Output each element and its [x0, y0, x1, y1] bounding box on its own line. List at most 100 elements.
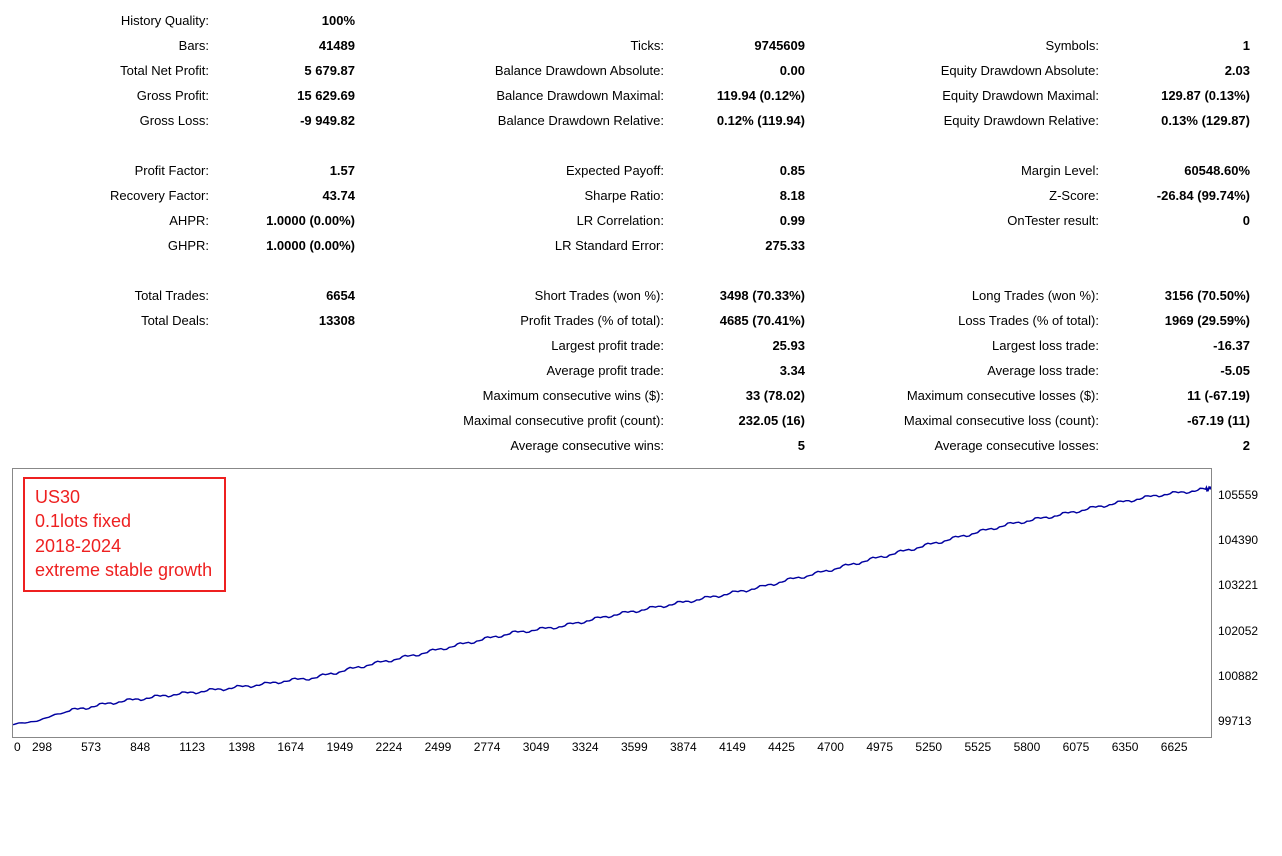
stat-row: LR Correlation:0.99 — [370, 208, 820, 233]
stat-row: Expected Payoff:0.85 — [370, 158, 820, 183]
x-tick: 4700 — [817, 740, 866, 754]
stat-row: Largest loss trade:-16.37 — [820, 333, 1270, 358]
stat-label: Bars: — [0, 38, 215, 53]
stat-label: Balance Drawdown Absolute: — [370, 63, 670, 78]
stat-row: History Quality:100% — [0, 8, 370, 33]
x-tick: 3049 — [523, 740, 572, 754]
x-tick: 2499 — [425, 740, 474, 754]
x-tick: 1123 — [179, 740, 228, 754]
stat-label: Z-Score: — [820, 188, 1105, 203]
stat-label: Average profit trade: — [370, 363, 670, 378]
stat-value: 3156 (70.50%) — [1105, 288, 1260, 303]
stat-value: 1 — [1105, 38, 1260, 53]
stat-row: Gross Profit:15 629.69 — [0, 83, 370, 108]
stat-row: Sharpe Ratio:8.18 — [370, 183, 820, 208]
stats-col-3: Symbols:1Equity Drawdown Absolute:2.03Eq… — [820, 8, 1270, 458]
stat-label: Sharpe Ratio: — [370, 188, 670, 203]
equity-chart: US30 0.1lots fixed 2018-2024 extreme sta… — [12, 468, 1212, 738]
stat-label: LR Standard Error: — [370, 238, 670, 253]
stat-label: Gross Profit: — [0, 88, 215, 103]
x-tick: 5250 — [915, 740, 964, 754]
x-tick: 5525 — [964, 740, 1013, 754]
stat-label: Average consecutive wins: — [370, 438, 670, 453]
stat-row: Symbols:1 — [820, 33, 1270, 58]
stat-value: 2.03 — [1105, 63, 1260, 78]
stat-label: Profit Factor: — [0, 163, 215, 178]
stat-value: -26.84 (99.74%) — [1105, 188, 1260, 203]
x-tick: 3874 — [670, 740, 719, 754]
stat-row: AHPR:1.0000 (0.00%) — [0, 208, 370, 233]
stat-value: 0.85 — [670, 163, 815, 178]
stat-row: Gross Loss:-9 949.82 — [0, 108, 370, 133]
stat-label: Gross Loss: — [0, 113, 215, 128]
stat-row: GHPR:1.0000 (0.00%) — [0, 233, 370, 258]
stat-label: Equity Drawdown Absolute: — [820, 63, 1105, 78]
stat-value: 6654 — [215, 288, 365, 303]
stat-row: Maximal consecutive loss (count):-67.19 … — [820, 408, 1270, 433]
annotation-line-3: 2018-2024 — [35, 534, 212, 558]
stat-value: -9 949.82 — [215, 113, 365, 128]
x-tick: 298 — [32, 740, 81, 754]
stat-value: -16.37 — [1105, 338, 1260, 353]
stat-label: Maximal consecutive profit (count): — [370, 413, 670, 428]
x-tick: 2224 — [376, 740, 425, 754]
stat-label: Loss Trades (% of total): — [820, 313, 1105, 328]
y-tick: 102052 — [1218, 624, 1270, 638]
chart-x-axis: 0298573848112313981674194922242499277430… — [12, 738, 1212, 754]
x-tick: 3324 — [572, 740, 621, 754]
stat-row: Total Deals:13308 — [0, 308, 370, 333]
stat-row: Equity Drawdown Absolute:2.03 — [820, 58, 1270, 83]
stat-value: 0.13% (129.87) — [1105, 113, 1260, 128]
stat-value: 0.00 — [670, 63, 815, 78]
stat-value: -5.05 — [1105, 363, 1260, 378]
stat-label: AHPR: — [0, 213, 215, 228]
x-tick: 848 — [130, 740, 179, 754]
stat-row: Profit Factor:1.57 — [0, 158, 370, 183]
stat-spacer — [0, 258, 370, 283]
x-tick: 1398 — [228, 740, 277, 754]
stat-row: Recovery Factor:43.74 — [0, 183, 370, 208]
stat-value: 4685 (70.41%) — [670, 313, 815, 328]
stat-value: 9745609 — [670, 38, 815, 53]
stat-label: Average loss trade: — [820, 363, 1105, 378]
stat-row: Total Net Profit:5 679.87 — [0, 58, 370, 83]
stats-col-2: Ticks:9745609Balance Drawdown Absolute:0… — [370, 8, 820, 458]
stat-value: -67.19 (11) — [1105, 413, 1260, 428]
stat-value: 100% — [215, 13, 365, 28]
stat-label: Total Deals: — [0, 313, 215, 328]
stat-spacer — [820, 8, 1270, 33]
stat-value: 3498 (70.33%) — [670, 288, 815, 303]
stat-row: Average profit trade:3.34 — [370, 358, 820, 383]
stat-label: Total Trades: — [0, 288, 215, 303]
stat-value: 1969 (29.59%) — [1105, 313, 1260, 328]
stat-value: 1.0000 (0.00%) — [215, 238, 365, 253]
stat-label: Equity Drawdown Relative: — [820, 113, 1105, 128]
annotation-line-2: 0.1lots fixed — [35, 509, 212, 533]
stat-row: Total Trades:6654 — [0, 283, 370, 308]
stat-value: 275.33 — [670, 238, 815, 253]
y-tick: 100882 — [1218, 669, 1270, 683]
stat-value: 1.57 — [215, 163, 365, 178]
y-tick: 104390 — [1218, 533, 1270, 547]
stat-label: Balance Drawdown Maximal: — [370, 88, 670, 103]
stat-label: Equity Drawdown Maximal: — [820, 88, 1105, 103]
stat-value: 0.12% (119.94) — [670, 113, 815, 128]
stat-row: Loss Trades (% of total):1969 (29.59%) — [820, 308, 1270, 333]
stat-row: Short Trades (won %):3498 (70.33%) — [370, 283, 820, 308]
x-tick: 6625 — [1161, 740, 1210, 754]
y-tick: 103221 — [1218, 578, 1270, 592]
stat-row: Average consecutive wins:5 — [370, 433, 820, 458]
stat-label: Symbols: — [820, 38, 1105, 53]
stat-value: 129.87 (0.13%) — [1105, 88, 1260, 103]
chart-y-axis: 10555910439010322110205210088299713 — [1214, 468, 1270, 738]
stat-value: 25.93 — [670, 338, 815, 353]
stat-row: LR Standard Error:275.33 — [370, 233, 820, 258]
stat-row: Average loss trade:-5.05 — [820, 358, 1270, 383]
stat-label: Profit Trades (% of total): — [370, 313, 670, 328]
stat-label: Expected Payoff: — [370, 163, 670, 178]
stat-value: 60548.60% — [1105, 163, 1260, 178]
stat-spacer — [820, 233, 1270, 258]
stat-value: 15 629.69 — [215, 88, 365, 103]
x-tick: 0 — [14, 740, 32, 754]
stat-label: Maximal consecutive loss (count): — [820, 413, 1105, 428]
